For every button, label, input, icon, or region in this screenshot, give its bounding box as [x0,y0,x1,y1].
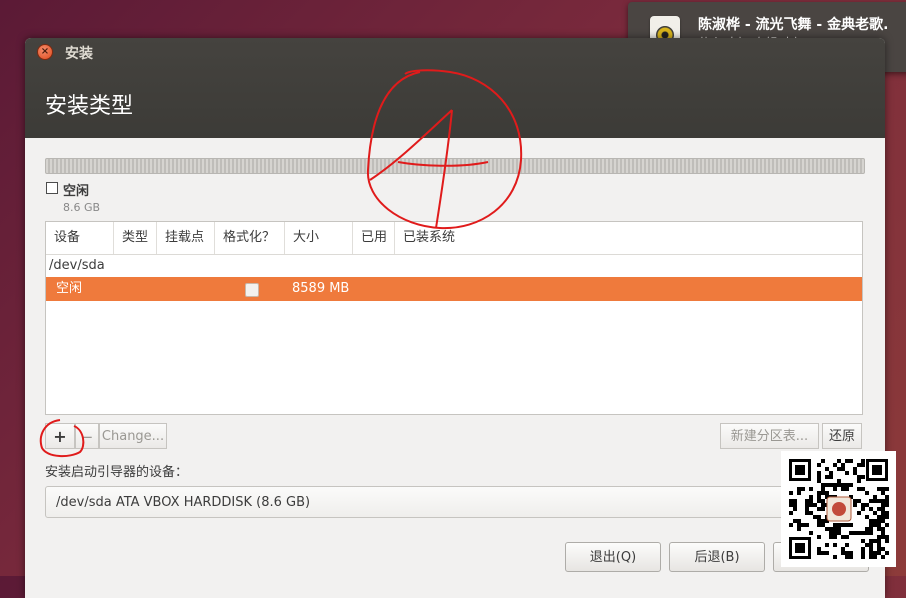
back-button[interactable]: 后退(B) [669,542,765,572]
column-header-format[interactable]: 格式化？ [215,222,285,254]
qr-code [781,451,896,567]
partition-table: 设备 类型 挂载点 格式化？ 大小 已用 已装系统 /dev/sda 空闲 85… [45,221,863,415]
partition-legend-size: 8.6 GB [63,201,101,214]
partition-bar [45,158,865,174]
column-header-system[interactable]: 已装系统 [395,222,862,254]
new-partition-table-button[interactable]: 新建分区表... [720,423,819,449]
change-partition-button[interactable]: Change... [99,423,167,449]
revert-button[interactable]: 还原 [822,423,862,449]
close-button[interactable]: × [37,44,53,60]
partition-legend-swatch [46,182,58,194]
quit-button[interactable]: 退出(Q) [565,542,661,572]
row-cell-size: 8589 MB [292,281,350,296]
format-checkbox[interactable] [245,283,259,297]
table-row-device[interactable]: /dev/sda [46,255,862,277]
boot-device-select[interactable]: /dev/sda ATA VBOX HARDDISK (8.6 GB) [45,486,885,518]
notification-title: 陈淑桦 - 流光飞舞 - 金典老歌. [698,17,889,33]
row-cell-device: 空闲 [56,281,83,296]
column-header-size[interactable]: 大小 [285,222,353,254]
table-header: 设备 类型 挂载点 格式化？ 大小 已用 已装系统 [46,222,862,255]
column-header-device[interactable]: 设备 [46,222,114,254]
boot-device-label: 安装启动引导器的设备： [45,465,189,480]
remove-partition-button[interactable]: − [75,423,99,449]
window-title: 安装 [65,46,93,62]
table-row-selected[interactable]: 空闲 8589 MB [46,277,862,301]
column-header-mount[interactable]: 挂载点 [157,222,215,254]
partition-legend-label: 空闲 [63,184,90,199]
column-header-type[interactable]: 类型 [114,222,157,254]
qr-code-pattern [787,457,890,561]
column-header-used[interactable]: 已用 [353,222,395,254]
title-bar: × 安装 安装类型 [25,38,885,138]
page-title: 安装类型 [45,94,134,119]
add-partition-button[interactable]: + [45,423,75,449]
installer-window: × 安装 安装类型 空闲 8.6 GB 设备 类型 挂载点 格式化？ 大小 已用… [25,38,885,598]
